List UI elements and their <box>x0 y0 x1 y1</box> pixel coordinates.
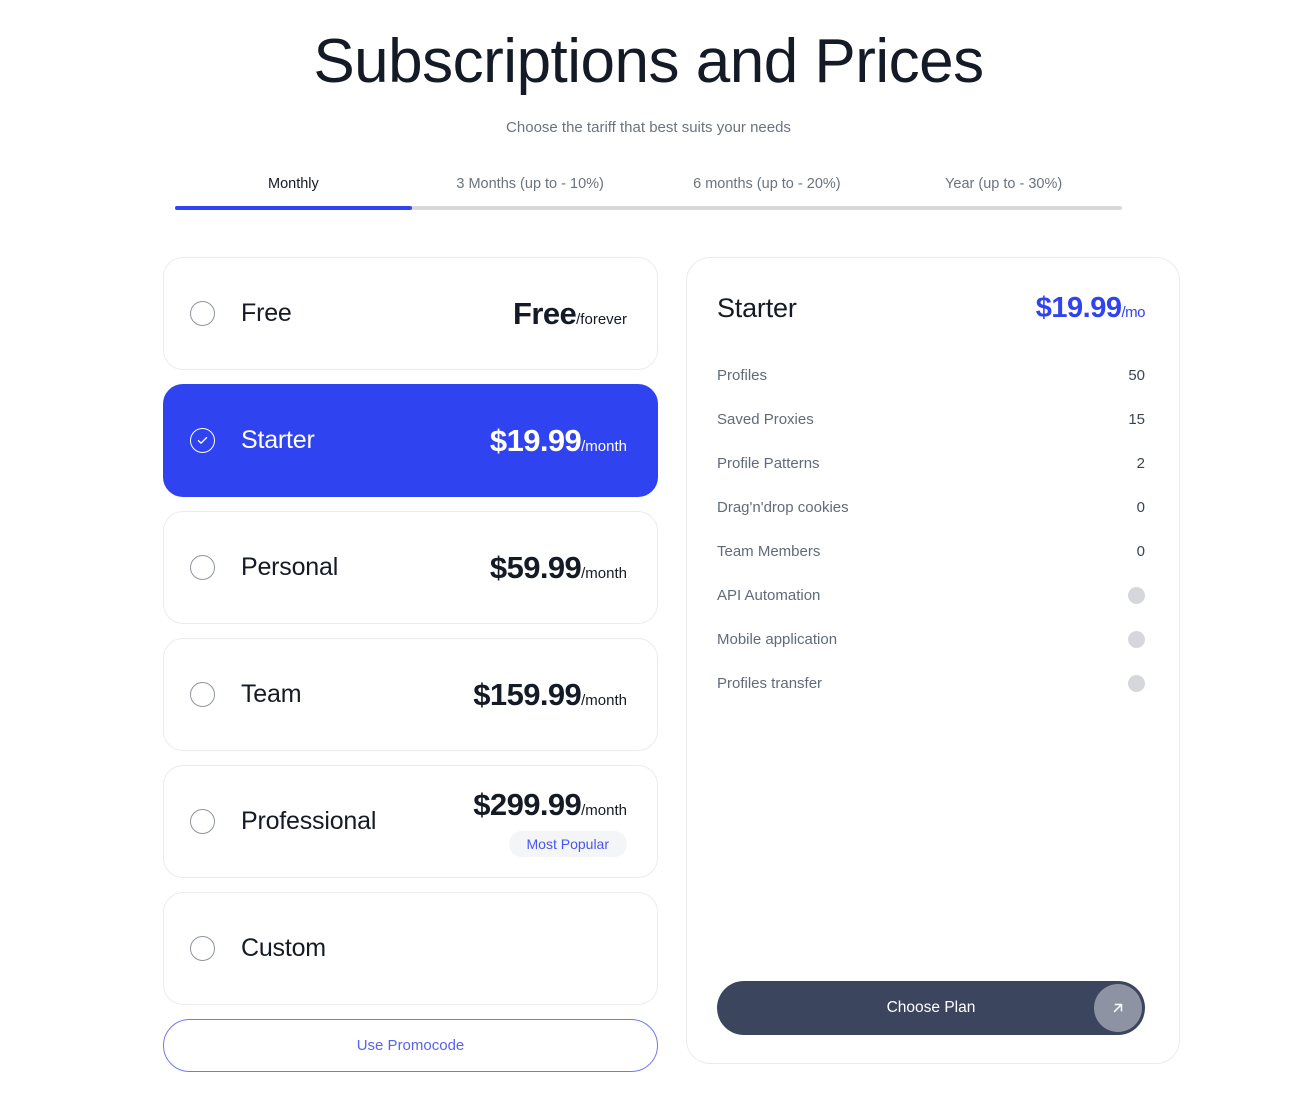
feature-row: Profiles transfer <box>717 661 1145 705</box>
choose-plan-button[interactable]: Choose Plan <box>717 981 1145 1036</box>
plan-price-block: Free/forever <box>513 296 627 332</box>
radio-unchecked-icon[interactable] <box>190 682 215 708</box>
plan-name: Free <box>241 299 292 328</box>
plan-price-amount: $59.99 <box>489 549 582 585</box>
plan-name: Personal <box>241 553 339 582</box>
plan-price-amount: $19.99 <box>489 422 582 458</box>
feature-disabled-icon <box>1128 674 1145 692</box>
plan-price-block: $59.99/month <box>490 550 627 586</box>
plan-price-period: /forever <box>576 310 627 328</box>
feature-label: Saved Proxies <box>717 410 814 428</box>
radio-checked-icon[interactable] <box>190 428 215 454</box>
plan-card-professional[interactable]: Professional $299.99/month Most Popular <box>163 765 658 879</box>
feature-value: 2 <box>1136 454 1145 472</box>
feature-row: API Automation <box>717 573 1145 617</box>
tab-monthly[interactable]: Monthly <box>175 176 412 206</box>
feature-label: Mobile application <box>717 630 838 648</box>
plan-name: Professional <box>241 807 377 836</box>
pricing-page: Subscriptions and Prices Choose the tari… <box>0 0 1297 1107</box>
plan-price-amount: $299.99 <box>473 786 582 822</box>
arrow-up-right-icon <box>1094 984 1142 1033</box>
plan-card-starter[interactable]: Starter $19.99/month <box>163 384 658 498</box>
page-header: Subscriptions and Prices Choose the tari… <box>0 0 1297 136</box>
plan-card-free[interactable]: Free Free/forever <box>163 257 658 371</box>
plan-price-block: $19.99/month <box>490 423 627 459</box>
feature-row: Drag'n'drop cookies 0 <box>717 485 1145 529</box>
detail-plan-price: $19.99/mo <box>1035 292 1146 325</box>
detail-header: Starter $19.99/mo <box>717 292 1145 325</box>
plan-price: $59.99/month <box>490 550 627 586</box>
detail-price-amount: $19.99 <box>1035 292 1122 325</box>
feature-value: 15 <box>1128 410 1145 428</box>
feature-label: Profile Patterns <box>717 454 820 472</box>
feature-label: Team Members <box>717 542 821 560</box>
plan-price-period: /month <box>581 801 627 819</box>
plan-price-block: $299.99/month Most Popular <box>473 787 627 857</box>
feature-row: Saved Proxies 15 <box>717 397 1145 441</box>
feature-label: Profiles <box>717 366 768 384</box>
plan-price: Free/forever <box>513 296 627 332</box>
radio-unchecked-icon[interactable] <box>190 301 215 327</box>
plan-price-period: /month <box>581 437 627 455</box>
feature-row: Profile Patterns 2 <box>717 441 1145 485</box>
page-subtitle: Choose the tariff that best suits your n… <box>506 119 791 137</box>
plan-card-custom[interactable]: Custom <box>163 892 658 1006</box>
tabs-active-indicator <box>175 206 412 211</box>
plan-price: $19.99/month <box>490 423 627 459</box>
feature-row: Mobile application <box>717 617 1145 661</box>
plan-price-period: /month <box>581 691 627 709</box>
billing-period-tabs: Monthly 3 Months (up to - 10%) 6 months (u… <box>0 176 1297 211</box>
feature-label: Profiles transfer <box>717 674 823 692</box>
plan-list: Free Free/forever Starter $19.99/month Perso… <box>163 257 658 1073</box>
feature-label: Drag'n'drop cookies <box>717 498 849 516</box>
plan-detail-panel: Starter $19.99/mo Profiles 50 Saved Proxie… <box>686 257 1180 1065</box>
page-title: Subscriptions and Prices <box>313 27 984 96</box>
radio-unchecked-icon[interactable] <box>190 936 215 962</box>
plan-name: Custom <box>241 934 326 963</box>
feature-row: Profiles 50 <box>717 353 1145 397</box>
plan-price: $299.99/month <box>473 787 627 823</box>
feature-value: 50 <box>1128 366 1145 384</box>
plan-card-personal[interactable]: Personal $59.99/month <box>163 511 658 625</box>
plan-name: Team <box>241 680 302 709</box>
plan-price-block: $159.99/month <box>473 677 627 713</box>
feature-disabled-icon <box>1128 630 1145 648</box>
plan-price-amount: Free <box>513 295 577 331</box>
feature-row: Team Members 0 <box>717 529 1145 573</box>
plan-card-team[interactable]: Team $159.99/month <box>163 638 658 752</box>
plan-price-amount: $159.99 <box>473 676 582 712</box>
radio-unchecked-icon[interactable] <box>190 555 215 581</box>
plan-price: $159.99/month <box>473 677 627 713</box>
most-popular-badge: Most Popular <box>508 830 627 857</box>
main-content: Free Free/forever Starter $19.99/month Perso… <box>0 257 1297 1073</box>
plan-price-period: /month <box>581 564 627 582</box>
detail-price-period: /mo <box>1121 304 1145 322</box>
feature-value: 0 <box>1136 498 1145 516</box>
detail-plan-name: Starter <box>717 293 797 324</box>
feature-disabled-icon <box>1128 586 1145 604</box>
feature-value: 0 <box>1136 542 1145 560</box>
tab-6[interactable]: 6 months (up to - 20%) <box>649 176 886 206</box>
feature-label: API Automation <box>717 586 821 604</box>
use-promocode-button[interactable]: Use Promocode <box>163 1019 658 1073</box>
plan-name: Starter <box>241 426 315 455</box>
tab-year[interactable]: Year (up to - 30%) <box>885 176 1122 206</box>
radio-unchecked-icon[interactable] <box>190 809 215 835</box>
feature-list: Profiles 50 Saved Proxies 15 Profile Pattern… <box>717 353 1145 705</box>
tabs-track <box>175 206 1122 211</box>
tab-3[interactable]: 3 Months (up to - 10%) <box>412 176 649 206</box>
choose-plan-label: Choose Plan <box>886 999 976 1017</box>
